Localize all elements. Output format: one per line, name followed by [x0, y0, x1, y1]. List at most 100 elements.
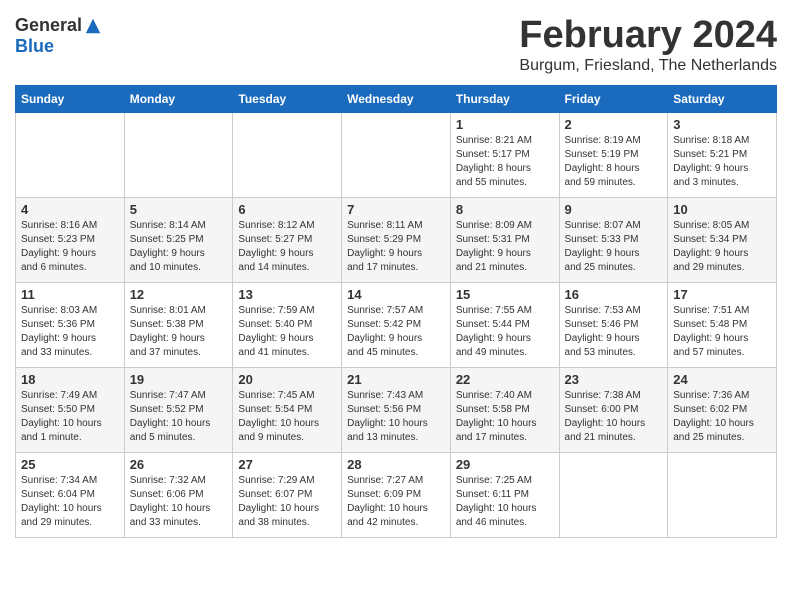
logo-general: General — [15, 15, 82, 36]
calendar-cell: 21 Sunrise: 7:43 AM Sunset: 5:56 PM Dayli… — [342, 367, 451, 452]
day-info: Sunrise: 7:25 AM Sunset: 6:11 PM Dayligh… — [456, 474, 554, 530]
calendar-cell: 23 Sunrise: 7:38 AM Sunset: 6:00 PM Dayli… — [559, 367, 668, 452]
day-info: Sunrise: 7:49 AM Sunset: 5:50 PM Dayligh… — [21, 389, 119, 445]
day-number: 7 — [347, 202, 445, 217]
day-info: Sunrise: 7:38 AM Sunset: 6:00 PM Dayligh… — [565, 389, 663, 445]
day-number: 10 — [673, 202, 771, 217]
day-info: Sunrise: 7:36 AM Sunset: 6:02 PM Dayligh… — [673, 389, 771, 445]
day-number: 5 — [130, 202, 228, 217]
title-area: February 2024 Burgum, Friesland, The Net… — [519, 15, 777, 75]
page-header: General Blue February 2024 Burgum, Fries… — [15, 15, 777, 75]
logo-blue: Blue — [15, 36, 54, 57]
day-number: 17 — [673, 287, 771, 302]
day-info: Sunrise: 7:27 AM Sunset: 6:09 PM Dayligh… — [347, 474, 445, 530]
day-info: Sunrise: 7:59 AM Sunset: 5:40 PM Dayligh… — [238, 304, 336, 360]
day-number: 20 — [238, 372, 336, 387]
day-info: Sunrise: 7:32 AM Sunset: 6:06 PM Dayligh… — [130, 474, 228, 530]
day-info: Sunrise: 7:47 AM Sunset: 5:52 PM Dayligh… — [130, 389, 228, 445]
calendar-cell: 9 Sunrise: 8:07 AM Sunset: 5:33 PM Daylig… — [559, 197, 668, 282]
day-info: Sunrise: 8:01 AM Sunset: 5:38 PM Dayligh… — [130, 304, 228, 360]
day-info: Sunrise: 7:34 AM Sunset: 6:04 PM Dayligh… — [21, 474, 119, 530]
day-info: Sunrise: 7:55 AM Sunset: 5:44 PM Dayligh… — [456, 304, 554, 360]
calendar-week-4: 18 Sunrise: 7:49 AM Sunset: 5:50 PM Dayli… — [16, 367, 777, 452]
day-info: Sunrise: 7:45 AM Sunset: 5:54 PM Dayligh… — [238, 389, 336, 445]
calendar-week-3: 11Sunrise: 8:03 AM Sunset: 5:36 PM Dayli… — [16, 282, 777, 367]
calendar-cell — [668, 452, 777, 537]
calendar-cell: 22 Sunrise: 7:40 AM Sunset: 5:58 PM Dayli… — [450, 367, 559, 452]
day-info: Sunrise: 8:05 AM Sunset: 5:34 PM Dayligh… — [673, 219, 771, 275]
calendar-cell — [124, 112, 233, 197]
day-number: 9 — [565, 202, 663, 217]
day-info: Sunrise: 8:12 AM Sunset: 5:27 PM Dayligh… — [238, 219, 336, 275]
day-info: Sunrise: 7:40 AM Sunset: 5:58 PM Dayligh… — [456, 389, 554, 445]
day-number: 6 — [238, 202, 336, 217]
day-info: Sunrise: 7:57 AM Sunset: 5:42 PM Dayligh… — [347, 304, 445, 360]
day-info: Sunrise: 7:51 AM Sunset: 5:48 PM Dayligh… — [673, 304, 771, 360]
day-number: 27 — [238, 457, 336, 472]
calendar-cell — [233, 112, 342, 197]
day-number: 25 — [21, 457, 119, 472]
day-number: 23 — [565, 372, 663, 387]
calendar-cell: 18 Sunrise: 7:49 AM Sunset: 5:50 PM Dayli… — [16, 367, 125, 452]
day-number: 14 — [347, 287, 445, 302]
day-number: 13 — [238, 287, 336, 302]
day-number: 29 — [456, 457, 554, 472]
calendar-cell: 20 Sunrise: 7:45 AM Sunset: 5:54 PM Dayli… — [233, 367, 342, 452]
calendar-cell: 15 Sunrise: 7:55 AM Sunset: 5:44 PM Dayli… — [450, 282, 559, 367]
day-info: Sunrise: 8:19 AM Sunset: 5:19 PM Dayligh… — [565, 134, 663, 190]
day-number: 1 — [456, 117, 554, 132]
calendar-cell: 19Sunrise: 7:47 AM Sunset: 5:52 PM Dayli… — [124, 367, 233, 452]
day-info: Sunrise: 8:16 AM Sunset: 5:23 PM Dayligh… — [21, 219, 119, 275]
day-info: Sunrise: 8:07 AM Sunset: 5:33 PM Dayligh… — [565, 219, 663, 275]
day-number: 22 — [456, 372, 554, 387]
header-day-friday: Friday — [559, 85, 668, 112]
header-day-tuesday: Tuesday — [233, 85, 342, 112]
calendar-cell: 14 Sunrise: 7:57 AM Sunset: 5:42 PM Dayli… — [342, 282, 451, 367]
calendar-cell — [342, 112, 451, 197]
calendar-cell: 10 Sunrise: 8:05 AM Sunset: 5:34 PM Dayli… — [668, 197, 777, 282]
calendar-cell: 6 Sunrise: 8:12 AM Sunset: 5:27 PM Daylig… — [233, 197, 342, 282]
calendar-cell: 2Sunrise: 8:19 AM Sunset: 5:19 PM Daylig… — [559, 112, 668, 197]
day-info: Sunrise: 7:29 AM Sunset: 6:07 PM Dayligh… — [238, 474, 336, 530]
calendar-cell: 3 Sunrise: 8:18 AM Sunset: 5:21 PM Daylig… — [668, 112, 777, 197]
day-info: Sunrise: 7:43 AM Sunset: 5:56 PM Dayligh… — [347, 389, 445, 445]
calendar-cell: 13 Sunrise: 7:59 AM Sunset: 5:40 PM Dayli… — [233, 282, 342, 367]
calendar-cell: 25 Sunrise: 7:34 AM Sunset: 6:04 PM Dayli… — [16, 452, 125, 537]
calendar-week-1: 1 Sunrise: 8:21 AM Sunset: 5:17 PM Daylig… — [16, 112, 777, 197]
logo-icon — [84, 17, 102, 35]
day-number: 8 — [456, 202, 554, 217]
calendar-cell: 26 Sunrise: 7:32 AM Sunset: 6:06 PM Dayli… — [124, 452, 233, 537]
day-number: 26 — [130, 457, 228, 472]
day-number: 11 — [21, 287, 119, 302]
calendar-week-2: 4Sunrise: 8:16 AM Sunset: 5:23 PM Daylig… — [16, 197, 777, 282]
calendar-cell: 11Sunrise: 8:03 AM Sunset: 5:36 PM Dayli… — [16, 282, 125, 367]
day-number: 18 — [21, 372, 119, 387]
calendar-cell: 12 Sunrise: 8:01 AM Sunset: 5:38 PM Dayli… — [124, 282, 233, 367]
calendar-cell — [16, 112, 125, 197]
logo: General Blue — [15, 15, 102, 57]
header-day-saturday: Saturday — [668, 85, 777, 112]
day-info: Sunrise: 8:21 AM Sunset: 5:17 PM Dayligh… — [456, 134, 554, 190]
day-number: 12 — [130, 287, 228, 302]
calendar-header-row: SundayMondayTuesdayWednesdayThursdayFrid… — [16, 85, 777, 112]
header-day-wednesday: Wednesday — [342, 85, 451, 112]
calendar-cell: 7Sunrise: 8:11 AM Sunset: 5:29 PM Daylig… — [342, 197, 451, 282]
calendar-cell: 17 Sunrise: 7:51 AM Sunset: 5:48 PM Dayli… — [668, 282, 777, 367]
calendar-cell: 28Sunrise: 7:27 AM Sunset: 6:09 PM Dayli… — [342, 452, 451, 537]
day-number: 15 — [456, 287, 554, 302]
calendar-cell: 24 Sunrise: 7:36 AM Sunset: 6:02 PM Dayli… — [668, 367, 777, 452]
day-info: Sunrise: 8:09 AM Sunset: 5:31 PM Dayligh… — [456, 219, 554, 275]
month-title: February 2024 — [519, 15, 777, 57]
calendar-cell: 8 Sunrise: 8:09 AM Sunset: 5:31 PM Daylig… — [450, 197, 559, 282]
day-info: Sunrise: 8:18 AM Sunset: 5:21 PM Dayligh… — [673, 134, 771, 190]
calendar-cell: 1 Sunrise: 8:21 AM Sunset: 5:17 PM Daylig… — [450, 112, 559, 197]
calendar-week-5: 25 Sunrise: 7:34 AM Sunset: 6:04 PM Dayli… — [16, 452, 777, 537]
header-day-monday: Monday — [124, 85, 233, 112]
calendar-cell: 29 Sunrise: 7:25 AM Sunset: 6:11 PM Dayli… — [450, 452, 559, 537]
header-day-sunday: Sunday — [16, 85, 125, 112]
day-number: 3 — [673, 117, 771, 132]
day-info: Sunrise: 7:53 AM Sunset: 5:46 PM Dayligh… — [565, 304, 663, 360]
calendar-cell — [559, 452, 668, 537]
day-number: 24 — [673, 372, 771, 387]
day-number: 21 — [347, 372, 445, 387]
